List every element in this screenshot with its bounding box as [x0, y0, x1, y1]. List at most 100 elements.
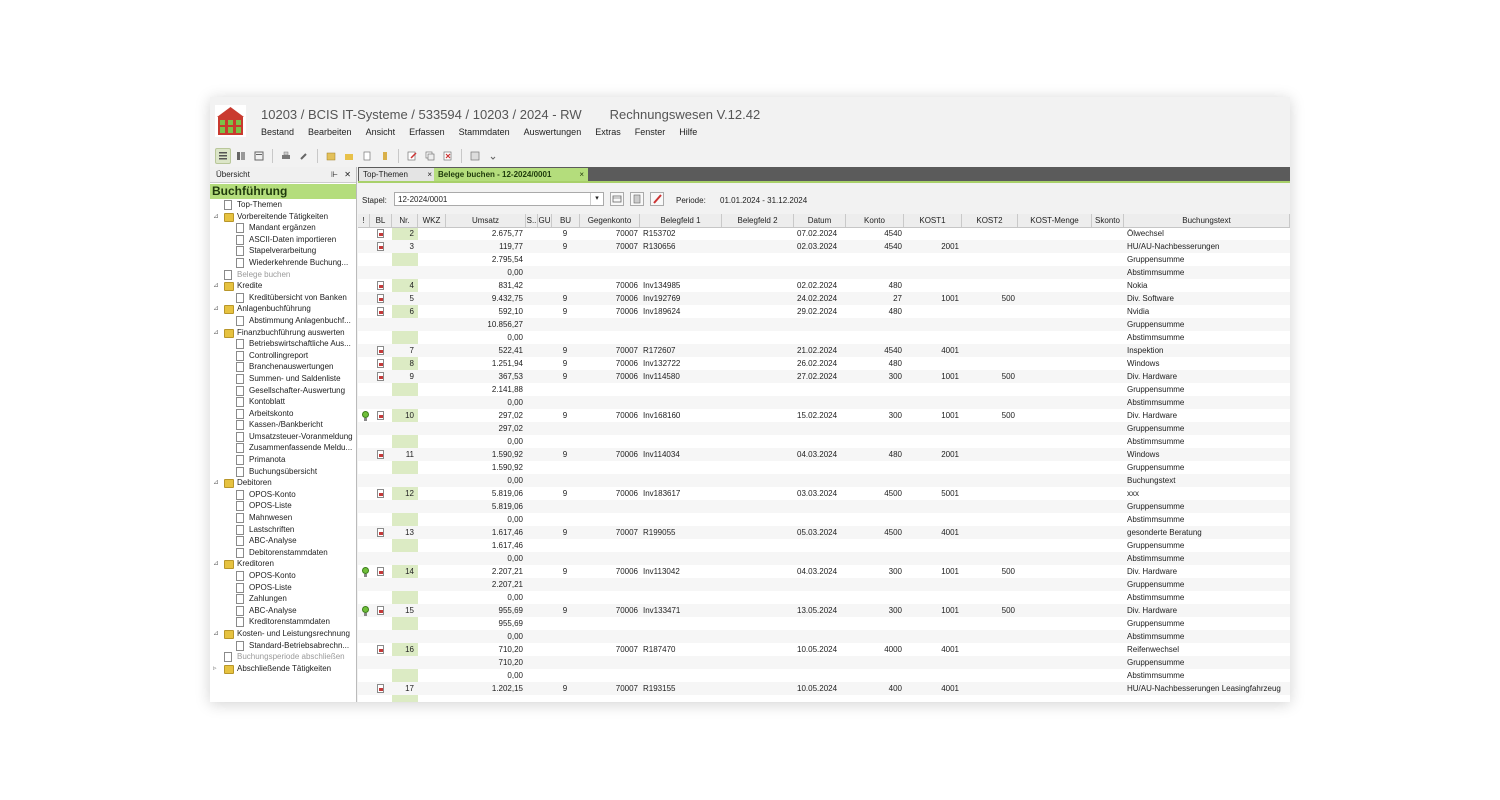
menu-erfassen[interactable]: Erfassen [409, 127, 445, 137]
table-row[interactable]: 5.819,06 Gruppensumme [358, 500, 1290, 513]
tree-item[interactable]: Primanota [210, 454, 356, 466]
pdf-document-icon[interactable] [377, 346, 384, 355]
table-row[interactable]: 17 1.202,15 9 70007 R193155 10.05.2024 400 4001… [358, 682, 1290, 695]
table-icon[interactable] [610, 192, 624, 206]
tree-item[interactable]: Kreditübersicht von Banken [210, 292, 356, 304]
column-header[interactable]: BL [370, 214, 392, 227]
table-row[interactable]: 7 522,41 9 70007 R172607 21.02.2024 4540 4001 In… [358, 344, 1290, 357]
table-row[interactable]: 710,20 Gruppensumme [358, 656, 1290, 669]
pdf-document-icon[interactable] [377, 294, 384, 303]
column-header[interactable]: Gegenkonto [580, 214, 640, 227]
column-header[interactable]: GU [538, 214, 552, 227]
table-row[interactable]: 2.141,88 Gruppensumme [358, 383, 1290, 396]
folder-icon[interactable] [341, 148, 357, 164]
tree-item[interactable]: Debitorenstammdaten [210, 547, 356, 559]
pdf-document-icon[interactable] [377, 307, 384, 316]
tree-item[interactable]: Umsatzsteuer-Voranmeldung [210, 431, 356, 443]
tree-item[interactable]: Kontoblatt [210, 396, 356, 408]
column-header[interactable]: Skonto [1092, 214, 1124, 227]
table-row[interactable]: 11 1.590,92 9 70006 Inv114034 04.03.2024 480 20… [358, 448, 1290, 461]
attach-icon[interactable] [377, 148, 393, 164]
pdf-document-icon[interactable] [377, 528, 384, 537]
pdf-document-icon[interactable] [377, 645, 384, 654]
table-row[interactable]: 0,00 Abstimmsumme [358, 396, 1290, 409]
table-row[interactable]: 2.795,54 Gruppensumme [358, 253, 1290, 266]
table-row[interactable]: 10.856,27 Gruppensumme [358, 318, 1290, 331]
tree-item[interactable]: ⊿ Kredite [210, 280, 356, 292]
table-row[interactable]: 1.617,46 Gruppensumme [358, 539, 1290, 552]
grid-view-icon[interactable] [233, 148, 249, 164]
expander-icon[interactable]: ⊿ [213, 211, 219, 223]
lightbulb-icon[interactable] [362, 567, 369, 577]
table-row[interactable]: 0,00 Abstimmsumme [358, 591, 1290, 604]
table-row[interactable]: 12 5.819,06 9 70006 Inv183617 03.03.2024 4500 5… [358, 487, 1290, 500]
edit-icon[interactable] [404, 148, 420, 164]
tree-item[interactable]: ⊿ Kosten- und Leistungsrechnung [210, 628, 356, 640]
menu-stammdaten[interactable]: Stammdaten [459, 127, 510, 137]
tree-item[interactable]: OPOS-Konto [210, 570, 356, 582]
close-icon[interactable]: × [427, 168, 432, 181]
table-row[interactable]: 13 1.617,46 9 70007 R199055 05.03.2024 4500 400… [358, 526, 1290, 539]
menu-hilfe[interactable]: Hilfe [679, 127, 697, 137]
expander-icon[interactable]: ⊿ [213, 280, 219, 292]
pdf-document-icon[interactable] [377, 606, 384, 615]
table-row[interactable]: 14 2.207,21 9 70006 Inv113042 04.03.2024 300 10… [358, 565, 1290, 578]
table-row[interactable]: 0,00 Buchungstext [358, 474, 1290, 487]
menu-bearbeiten[interactable]: Bearbeiten [308, 127, 352, 137]
chevron-down-icon[interactable]: ▾ [590, 193, 603, 205]
pdf-document-icon[interactable] [377, 411, 384, 420]
tree-item[interactable]: OPOS-Liste [210, 582, 356, 594]
column-header[interactable]: KOST-Menge [1018, 214, 1092, 227]
pdf-document-icon[interactable] [377, 242, 384, 251]
table-row[interactable]: 0,00 Abstimmsumme [358, 435, 1290, 448]
table-row[interactable]: 0,00 Abstimmsumme [358, 513, 1290, 526]
tree-item[interactable]: OPOS-Liste [210, 500, 356, 512]
tree-item[interactable]: Kreditorenstammdaten [210, 616, 356, 628]
pdf-document-icon[interactable] [377, 281, 384, 290]
table-row[interactable]: 3 119,77 9 70007 R130656 02.03.2024 4540 2001 HU… [358, 240, 1290, 253]
pdf-document-icon[interactable] [377, 359, 384, 368]
close-icon[interactable]: ✕ [344, 167, 351, 182]
tree-item[interactable]: Zahlungen [210, 593, 356, 605]
tree-item[interactable]: Kassen-/Bankbericht [210, 419, 356, 431]
table-row[interactable]: 2.207,21 Gruppensumme [358, 578, 1290, 591]
tree-item[interactable]: Buchungsübersicht [210, 466, 356, 478]
expander-icon[interactable]: ⊿ [213, 477, 219, 489]
tree-item[interactable]: ⊿ Finanzbuchführung auswerten [210, 327, 356, 339]
table-row[interactable]: 1.590,92 Gruppensumme [358, 461, 1290, 474]
table-row[interactable]: 0,00 Abstimmsumme [358, 552, 1290, 565]
tools-icon[interactable] [296, 148, 312, 164]
lightbulb-icon[interactable] [362, 411, 369, 421]
tab-belege-buchen[interactable]: Belege buchen - 12-2024/0001 × [434, 168, 588, 181]
table-row[interactable]: 16 710,20 70007 R187470 10.05.2024 4000 4001 Re… [358, 643, 1290, 656]
table-row[interactable]: 10 297,02 9 70006 Inv168160 15.02.2024 300 1001… [358, 409, 1290, 422]
menu-ansicht[interactable]: Ansicht [366, 127, 396, 137]
tree-item[interactable]: Arbeitskonto [210, 408, 356, 420]
tree-item[interactable]: ABC-Analyse [210, 605, 356, 617]
stapel-select[interactable]: 12-2024/0001 ▾ [394, 192, 604, 206]
lightbulb-icon[interactable] [362, 606, 369, 616]
tree-item[interactable]: Gesellschafter-Auswertung [210, 385, 356, 397]
column-header[interactable]: Datum [794, 214, 846, 227]
menu-extras[interactable]: Extras [595, 127, 621, 137]
export-icon[interactable] [359, 148, 375, 164]
expander-icon[interactable]: ⊿ [213, 327, 219, 339]
column-header[interactable]: BU [552, 214, 580, 227]
column-header[interactable]: KOST2 [962, 214, 1018, 227]
tree-item[interactable]: ⊿ Vorbereitende Tätigkeiten [210, 211, 356, 223]
tree-item[interactable]: ⊿ Anlagenbuchführung [210, 303, 356, 315]
tree-item[interactable]: Branchenauswertungen [210, 361, 356, 373]
table-row[interactable]: 8 1.251,94 9 70006 Inv132722 26.02.2024 480 Win… [358, 357, 1290, 370]
table-row[interactable]: 5 9.432,75 9 70006 Inv192769 24.02.2024 27 1001… [358, 292, 1290, 305]
pdf-document-icon[interactable] [377, 684, 384, 693]
tree-item[interactable]: Controllingreport [210, 350, 356, 362]
more-icon[interactable] [485, 148, 501, 164]
table-row[interactable]: 0,00 Abstimmsumme [358, 630, 1290, 643]
table-row[interactable]: 955,69 Gruppensumme [358, 617, 1290, 630]
pdf-document-icon[interactable] [377, 489, 384, 498]
tree-item[interactable]: Standard-Betriebsabrechn... [210, 640, 356, 652]
tree-item[interactable]: ABC-Analyse [210, 535, 356, 547]
tree-item[interactable]: Mahnwesen [210, 512, 356, 524]
table-row[interactable]: 6 592,10 9 70006 Inv189624 29.02.2024 480 Nvidi… [358, 305, 1290, 318]
list-view-icon[interactable] [215, 148, 231, 164]
